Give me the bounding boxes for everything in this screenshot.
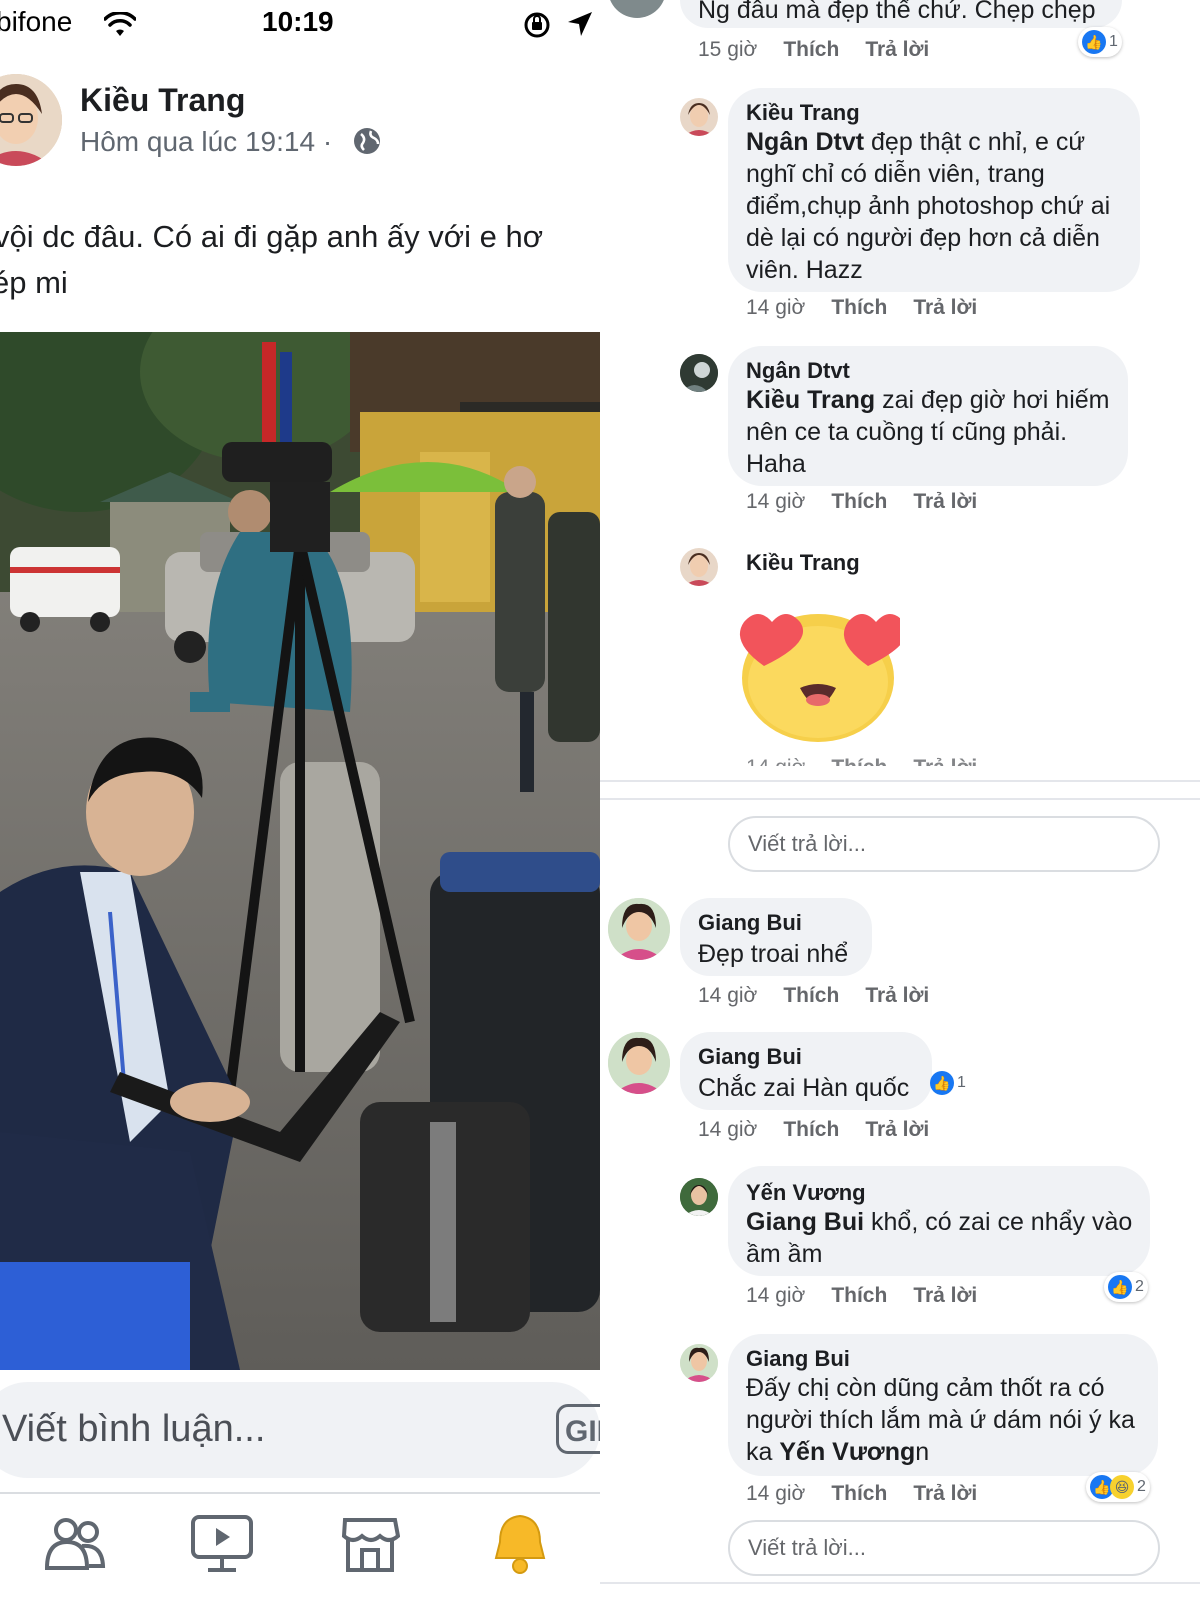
comment-meta: 14 giờ Thích Trả lời [746,296,977,320]
mention-link[interactable]: Ngân Dtvt [746,128,864,156]
comment-text: Giang Bui khổ, có zai ce nhẩy vào ầm ầm [746,1206,1140,1270]
mention-link[interactable]: Kiều Trang [746,386,875,414]
like-link[interactable]: Thích [831,1482,887,1505]
reply-link[interactable]: Trả lời [865,1118,929,1141]
like-link[interactable]: Thích [783,984,839,1007]
reaction-badge[interactable]: 👍 2 [1104,1272,1148,1302]
divider [600,780,1200,782]
post-timestamp[interactable]: Hôm qua lúc 19:14 · [80,126,332,158]
comment-placeholder[interactable]: Viết bình luận... [2,1408,265,1451]
comment-text: Chắc zai Hàn quốc [698,1074,910,1102]
comment-meta: 14 giờ Thích Trả lời [698,1118,929,1142]
comment-suffix: n [915,1438,930,1466]
commenter-avatar[interactable] [680,548,718,586]
friends-icon[interactable] [44,1516,106,1572]
clock: 10:19 [262,6,334,37]
reply-link[interactable]: Trả lời [913,756,977,766]
reply-link[interactable]: Trả lời [913,490,977,513]
commenter-avatar[interactable] [680,1344,718,1382]
globe-icon [354,128,380,154]
like-reaction-icon: 👍 [930,1071,954,1095]
commenter-name[interactable]: Ngân Dtvt [746,358,850,384]
reply-link[interactable]: Trả lời [865,38,929,61]
carrier-label: bifone [0,6,73,37]
commenter-avatar[interactable] [680,354,718,392]
reply-link[interactable]: Trả lời [913,1482,977,1505]
divider [600,798,1200,800]
reaction-count: 2 [1137,1478,1146,1495]
post-author-name[interactable]: Kiều Trang [80,82,245,119]
comment-time: 14 giờ [746,490,806,513]
commenter-avatar[interactable] [608,898,670,960]
comment-time: 14 giờ [698,984,758,1007]
comment-meta: 14 giờ Thích Trả lời [698,984,929,1008]
reply-link[interactable]: Trả lời [913,1284,977,1307]
like-reaction-icon: 👍 [1082,30,1106,54]
comment-text: Ngân Dtvt đẹp thật c nhỉ, e cứ nghĩ chỉ … [746,126,1130,286]
comment-time: 14 giờ [746,756,805,766]
like-link[interactable]: Thích [831,756,887,766]
commenter-name[interactable]: Yến Vương [746,1180,866,1206]
comment-text: Đẹp troai nhể [698,940,849,968]
commenter-avatar[interactable] [608,0,666,18]
comment-meta: 15 giờ Thích Trả lời [698,38,929,62]
commenter-name[interactable]: Kiều Trang [746,550,860,576]
commenter-avatar[interactable] [608,1032,670,1094]
reply-input[interactable]: Viết trả lời... [728,1520,1160,1576]
author-avatar[interactable] [0,74,62,166]
gif-button[interactable]: GIF [556,1404,600,1454]
reaction-badge[interactable]: 👍 1 [1078,27,1122,57]
haha-reaction-icon: 😆 [1110,1475,1134,1499]
commenter-avatar[interactable] [680,1178,718,1216]
reaction-count: 1 [1109,33,1118,50]
commenter-name[interactable]: Giang Bui [746,1346,850,1372]
comment-time: 14 giờ [746,296,806,319]
reply-link[interactable]: Trả lời [865,984,929,1007]
location-arrow-icon [568,12,592,36]
like-link[interactable]: Thích [783,38,839,61]
reaction-count: 1 [957,1074,966,1091]
comment-time: 14 giờ [698,1118,758,1141]
comment-meta: 14 giờ Thích Trả lời [746,490,977,514]
comment-time: 14 giờ [746,1482,806,1505]
commenter-name[interactable]: Kiều Trang [746,100,860,126]
heart-eyes-emoji-sticker [739,614,900,742]
mention-link[interactable]: Yến Vương [779,1438,915,1466]
post-view: bifone 10:19 Kiều Trang Hôm qua lúc 19:1… [0,0,600,1598]
reaction-count: 2 [1135,1278,1144,1295]
comment-meta: 14 giờ Thích Trả lời [746,1284,977,1308]
comment-text: Đấy chị còn dũng cảm thốt ra có người th… [746,1372,1150,1468]
mention-link[interactable]: Giang Bui [746,1208,864,1236]
comment-time: 14 giờ [746,1284,806,1307]
divider [600,1582,1200,1584]
comments-view: Ng đâu mà đẹp thế chứ. Chẹp chẹp 15 giờ T… [600,0,1200,1598]
like-reaction-icon: 👍 [1108,1275,1132,1299]
reaction-badge[interactable]: 👍 😆 2 [1086,1472,1150,1502]
like-link[interactable]: Thích [831,490,887,513]
commenter-name[interactable]: Giang Bui [698,910,802,936]
rotation-lock-icon [524,12,550,38]
reply-link[interactable]: Trả lời [913,296,977,319]
watch-icon[interactable] [190,1514,254,1574]
post-photo[interactable] [0,332,600,1370]
tabbar-divider [0,1492,600,1494]
reply-input[interactable]: Viết trả lời... [728,816,1160,872]
commenter-avatar[interactable] [680,98,718,136]
comment-meta: 14 giờ Thích Trả lời [746,756,977,766]
comment-text: Kiều Trang zai đẹp giờ hơi hiếm nên ce t… [746,384,1118,480]
like-link[interactable]: Thích [831,296,887,319]
wifi-icon [104,12,136,36]
notifications-icon[interactable] [492,1512,548,1576]
like-link[interactable]: Thích [783,1118,839,1141]
post-text-line1: vội dc đâu. Có ai đi gặp anh ấy với e hơ [0,219,544,254]
comment-meta: 14 giờ Thích Trả lời [746,1482,977,1506]
reaction-badge[interactable]: 👍 1 [926,1068,970,1098]
like-link[interactable]: Thích [831,1284,887,1307]
comment-time: 15 giờ [698,38,758,61]
comment-text: Ng đâu mà đẹp thế chứ. Chẹp chẹp [698,0,1096,24]
commenter-name[interactable]: Giang Bui [698,1044,802,1070]
marketplace-icon[interactable] [340,1514,400,1574]
post-text-line2: ép mi [0,265,68,300]
